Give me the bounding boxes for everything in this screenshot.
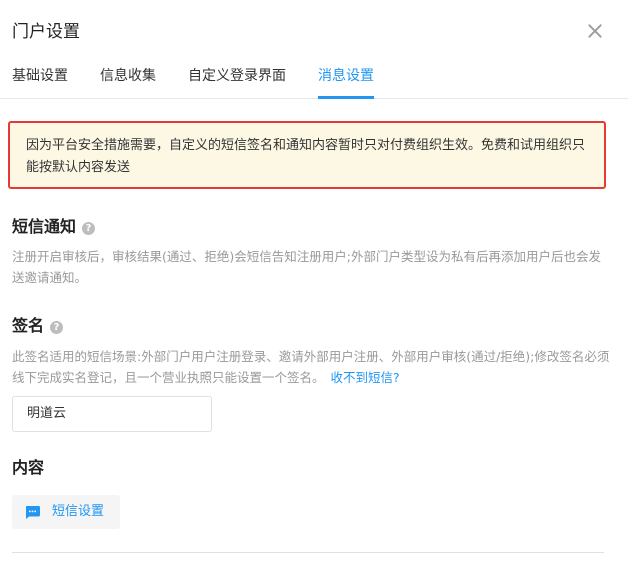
notice-banner: 因为平台安全措施需要，自定义的短信签名和通知内容暂时只对付费组织生效。免费和试用… bbox=[8, 121, 606, 189]
sms-notification-title: 短信通知 bbox=[12, 217, 77, 236]
tab-custom-login[interactable]: 自定义登录界面 bbox=[188, 66, 286, 99]
signature-title: 签名 bbox=[12, 316, 45, 335]
close-icon[interactable] bbox=[586, 22, 604, 40]
sms-notification-heading: 短信通知? bbox=[12, 216, 96, 238]
question-circle-icon[interactable]: ? bbox=[82, 222, 96, 235]
sms-settings-label: 短信设置 bbox=[52, 504, 105, 519]
signature-description: 此签名适用的短信场景:外部门户用户注册登录、邀请外部用户注册、外部用户审核(通过… bbox=[12, 346, 612, 388]
signature-input[interactable]: 明道云 bbox=[12, 396, 212, 432]
signature-heading: 签名? bbox=[12, 315, 64, 337]
content-title: 内容 bbox=[12, 458, 45, 477]
tab-message-settings[interactable]: 消息设置 bbox=[318, 66, 374, 99]
no-sms-link[interactable]: 收不到短信? bbox=[331, 370, 400, 385]
signature-description-text: 此签名适用的短信场景:外部门户用户注册登录、邀请外部用户注册、外部用户审核(通过… bbox=[12, 349, 610, 385]
message-icon bbox=[25, 506, 40, 519]
tab-basic-settings[interactable]: 基础设置 bbox=[12, 66, 68, 99]
question-circle-icon[interactable]: ? bbox=[50, 321, 64, 334]
sms-notification-description: 注册开启审核后，审核结果(通过、拒绝)会短信告知注册用户;外部门户类型设为私有后… bbox=[12, 249, 601, 285]
dialog-title: 门户设置 bbox=[12, 22, 80, 42]
tab-bar: 基础设置 信息收集 自定义登录界面 消息设置 bbox=[0, 58, 628, 99]
tab-info-collection[interactable]: 信息收集 bbox=[100, 66, 156, 99]
sms-settings-button[interactable]: 短信设置 bbox=[12, 495, 120, 529]
divider bbox=[12, 552, 604, 553]
dialog-header: 门户设置 bbox=[0, 0, 628, 58]
